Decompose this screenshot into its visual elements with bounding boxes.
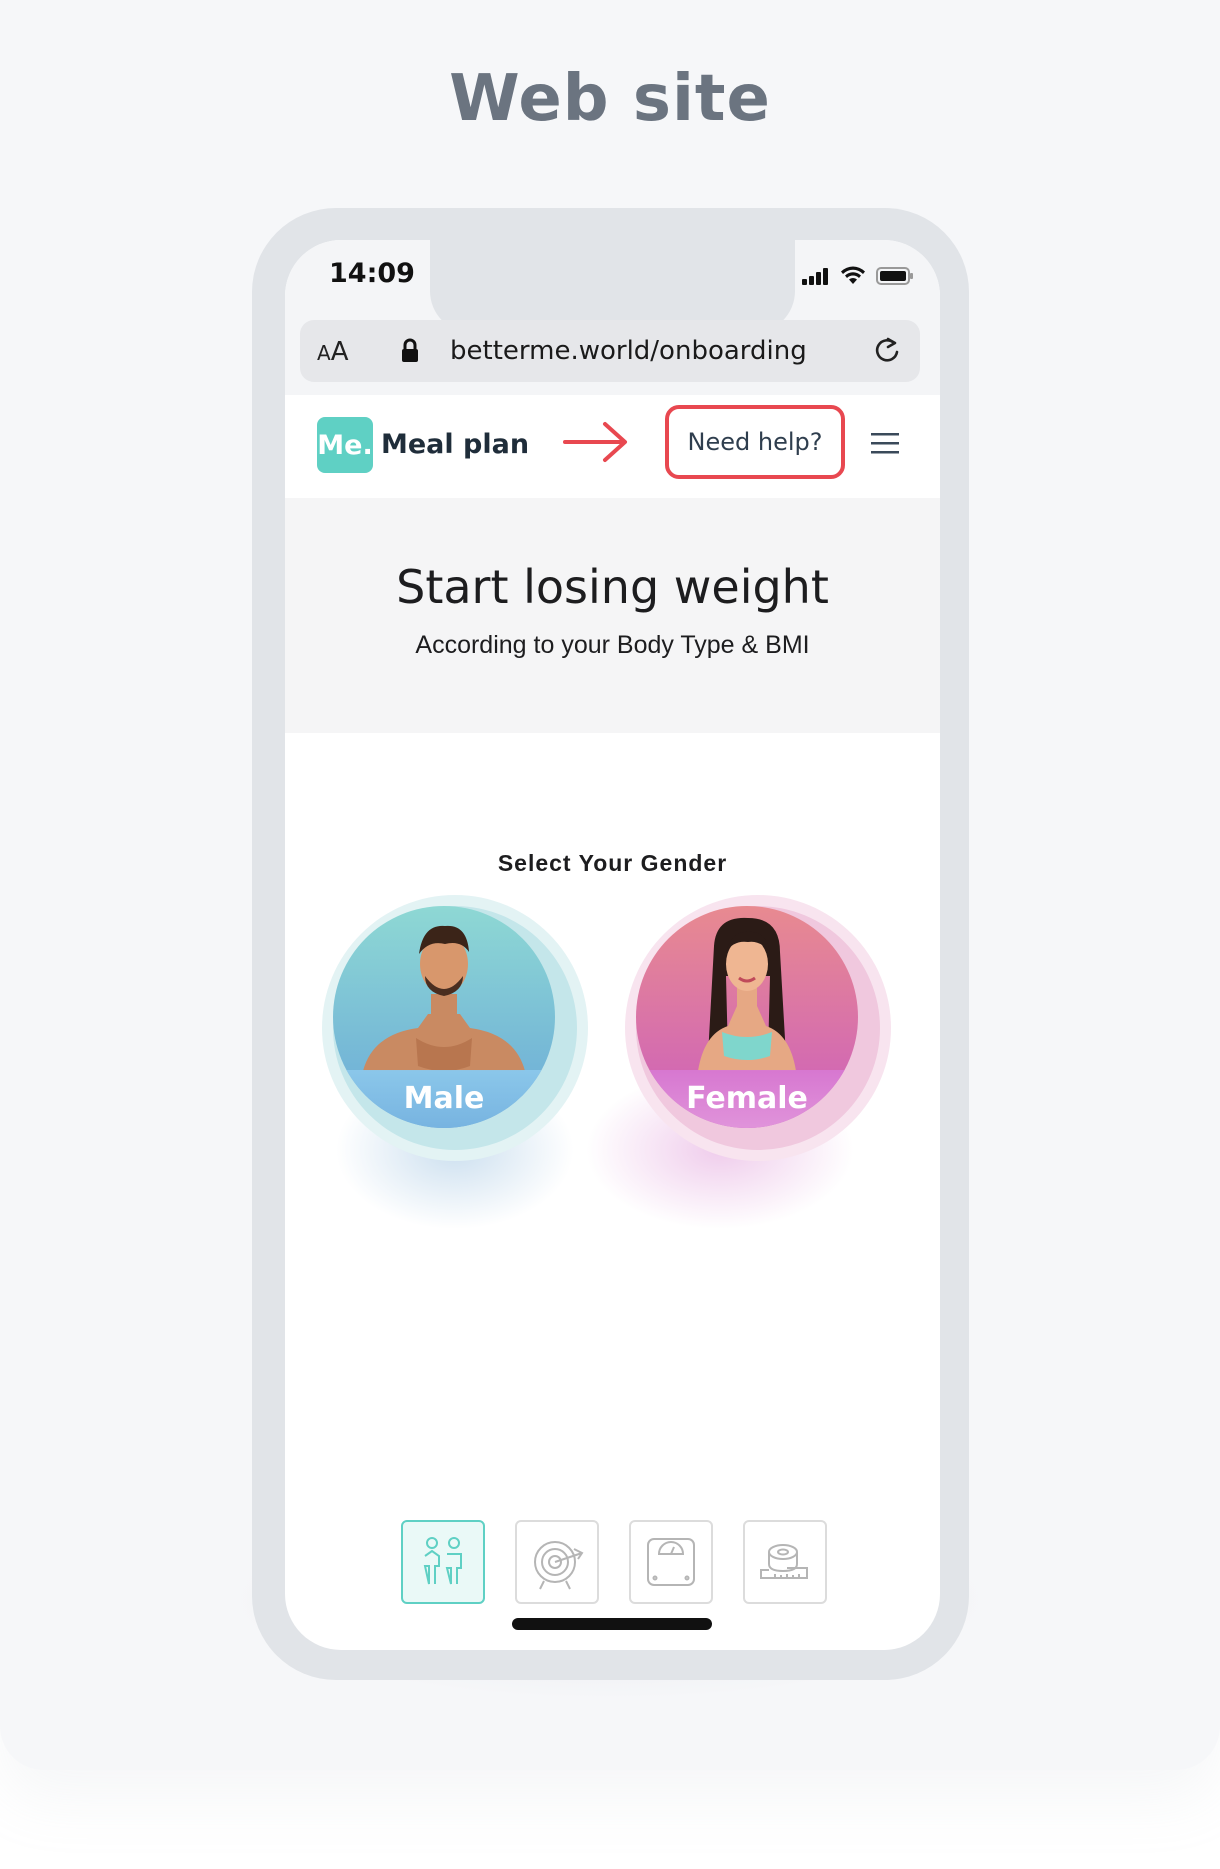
arrow-right-icon: [563, 422, 627, 462]
reload-icon[interactable]: [872, 334, 902, 366]
female-avatar[interactable]: Female: [636, 906, 858, 1128]
step-gender[interactable]: [401, 1520, 485, 1604]
target-icon: [534, 1541, 584, 1590]
logo-text[interactable]: Meal plan: [381, 429, 529, 460]
male-label: Male: [333, 1070, 555, 1128]
home-indicator: [512, 1618, 712, 1630]
scale-icon: [647, 1538, 695, 1586]
measuring-tape-icon: [760, 1544, 808, 1579]
logo-badge[interactable]: Me.: [317, 417, 373, 473]
hero-subtitle: According to your Body Type & BMI: [415, 631, 810, 659]
step-measurements[interactable]: [743, 1520, 827, 1604]
page-heading: Web site: [449, 62, 771, 136]
hero-title: Start losing weight: [396, 560, 829, 614]
status-icons: [802, 264, 914, 288]
onboarding-steps: [285, 1520, 940, 1604]
female-option[interactable]: Female: [625, 895, 891, 1161]
female-label: Female: [636, 1070, 858, 1128]
hamburger-menu-icon[interactable]: [871, 431, 901, 455]
step-weight[interactable]: [629, 1520, 713, 1604]
gender-icon: [423, 1537, 462, 1585]
step-goal[interactable]: [515, 1520, 599, 1604]
male-avatar[interactable]: Male: [333, 906, 555, 1128]
site-header: Me. Meal plan Need help?: [285, 395, 940, 498]
gender-prompt: Select Your Gender: [497, 850, 728, 876]
text-size-button[interactable]: AA: [317, 337, 348, 367]
battery-icon: [876, 267, 913, 285]
hero-section: Start losing weight According to your Bo…: [285, 498, 940, 733]
need-help-button[interactable]: Need help?: [665, 405, 845, 479]
address-bar[interactable]: AA betterme.world/onboarding: [300, 320, 920, 382]
url-text[interactable]: betterme.world/onboarding: [450, 336, 807, 366]
lock-icon: [402, 338, 418, 362]
wifi-icon: [841, 266, 865, 284]
male-option[interactable]: Male: [322, 895, 588, 1161]
phone-screen: 14:09 AA betterme.world/onboarding Me. M…: [285, 240, 940, 1650]
status-time: 14:09: [329, 258, 415, 289]
signal-icon: [802, 268, 828, 285]
